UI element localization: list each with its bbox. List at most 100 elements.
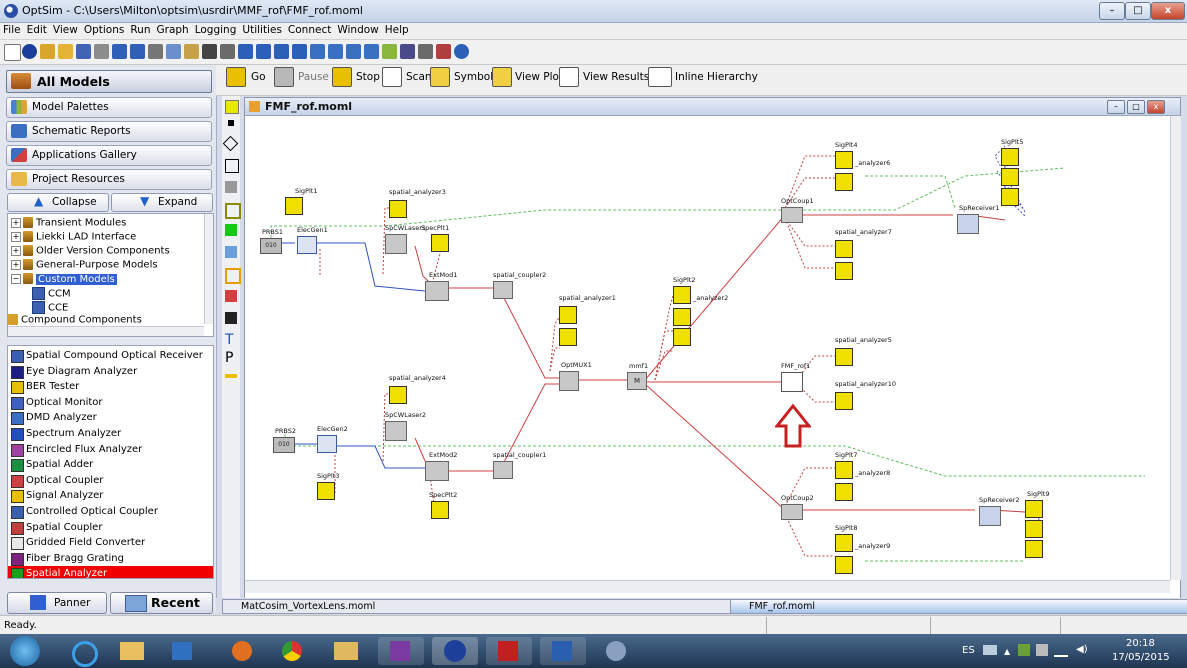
- tree-horizontal-scrollbar[interactable]: [8, 326, 204, 336]
- check-icon[interactable]: [382, 44, 397, 59]
- component-item[interactable]: Spatial Coupler: [8, 520, 213, 536]
- fmf-rof1-node[interactable]: FMF_rof1: [781, 362, 810, 392]
- sigplt9-node[interactable]: SigPlt9: [1025, 490, 1049, 558]
- layout-icon[interactable]: [310, 44, 325, 59]
- rk-icon[interactable]: [225, 290, 237, 302]
- print-icon[interactable]: [94, 44, 109, 59]
- expand-button[interactable]: ▼ Expand: [111, 193, 213, 212]
- redo-icon[interactable]: [130, 44, 145, 59]
- edit-icon[interactable]: [364, 44, 379, 59]
- component-item[interactable]: Optical Monitor: [8, 395, 213, 411]
- word-icon[interactable]: [540, 637, 586, 665]
- tree-item-ccm[interactable]: CCM: [32, 287, 71, 300]
- cut-icon[interactable]: [148, 44, 163, 59]
- tray-app-icon[interactable]: [1018, 644, 1030, 656]
- port-icon[interactable]: [225, 312, 237, 324]
- menu-graph[interactable]: Graph: [154, 23, 192, 36]
- canvas-vertical-scrollbar[interactable]: [1170, 116, 1181, 580]
- start-button[interactable]: [10, 636, 40, 666]
- component-item[interactable]: Spatial Compound Optical Receiver: [8, 348, 213, 364]
- menu-connect[interactable]: Connect: [285, 23, 334, 36]
- component-item[interactable]: Spatial Adder: [8, 457, 213, 473]
- keyboard-icon[interactable]: [983, 645, 997, 655]
- spatial-analyzer5-node[interactable]: spatial_analyzer5: [835, 336, 892, 366]
- spcwlaser2-node[interactable]: SpCWLaser2: [385, 411, 426, 441]
- tools-icon[interactable]: [418, 44, 433, 59]
- paint-icon[interactable]: [594, 637, 640, 665]
- component-item[interactable]: Fiber Bragg Grating: [8, 551, 213, 567]
- find-icon[interactable]: [202, 44, 217, 59]
- component-item[interactable]: DMD Analyzer: [8, 410, 213, 426]
- menu-utilities[interactable]: Utilities: [239, 23, 285, 36]
- internet-explorer-icon[interactable]: [60, 637, 106, 667]
- media-player-icon[interactable]: [160, 637, 206, 665]
- maximize-button[interactable]: □: [1125, 2, 1151, 20]
- minimize-button[interactable]: –: [1099, 2, 1125, 20]
- optsim-taskbar-icon[interactable]: [432, 637, 478, 665]
- tab-fmf-rof[interactable]: FMF_rof.moml: [730, 599, 1187, 614]
- new-file-icon[interactable]: [4, 44, 21, 61]
- extmod2-node[interactable]: ExtMod2: [425, 451, 457, 481]
- prbs1-node[interactable]: PRBS1 010: [260, 228, 283, 254]
- undo-icon[interactable]: [112, 44, 127, 59]
- tree-vertical-scrollbar[interactable]: [204, 214, 213, 324]
- menu-file[interactable]: File: [0, 23, 24, 36]
- recent-button[interactable]: Recent: [110, 592, 213, 614]
- clock-time[interactable]: 20:18: [1126, 638, 1155, 649]
- volume-icon[interactable]: ◀): [1076, 644, 1088, 655]
- mmf1-node[interactable]: mmf1 M: [627, 362, 648, 390]
- language-indicator[interactable]: ES: [962, 645, 975, 656]
- spreceiver2-node[interactable]: SpReceiver2: [979, 496, 1020, 526]
- pause-button[interactable]: Pause: [298, 71, 329, 83]
- menu-logging[interactable]: Logging: [192, 23, 240, 36]
- green-block-icon[interactable]: [225, 224, 237, 236]
- component-item[interactable]: Optical Coupler: [8, 473, 213, 489]
- folder-app-icon[interactable]: [324, 637, 370, 665]
- zoom-fit-icon[interactable]: [274, 44, 289, 59]
- chrome-icon[interactable]: [270, 637, 316, 665]
- component-item[interactable]: Signal Analyzer: [8, 488, 213, 504]
- close-button[interactable]: x: [1151, 2, 1185, 20]
- pause-icon[interactable]: [274, 67, 294, 87]
- go-button[interactable]: Go: [251, 71, 266, 83]
- menu-view[interactable]: View: [50, 23, 81, 36]
- symbols-icon[interactable]: [430, 67, 450, 87]
- applications-gallery-button[interactable]: Applications Gallery: [6, 145, 212, 166]
- sigplt3-node[interactable]: SigPlt3: [317, 472, 339, 500]
- collapse-button[interactable]: ▲ Collapse: [7, 193, 109, 212]
- spreceiver1-node[interactable]: SpReceiver1: [957, 204, 1000, 234]
- zoom-reset-icon[interactable]: [292, 44, 307, 59]
- info-icon[interactable]: [22, 44, 37, 59]
- parameter-icon[interactable]: P: [225, 351, 237, 365]
- spatial-analyzer3-node[interactable]: spatial_analyzer3: [389, 188, 446, 218]
- sigplt2-node[interactable]: SigPlt2 _analyzer2: [673, 276, 728, 346]
- optmux1-node[interactable]: OptMUX1: [559, 361, 592, 391]
- clock-date[interactable]: 17/05/2015: [1112, 652, 1170, 663]
- view-plot-icon[interactable]: [492, 67, 512, 87]
- panner-button[interactable]: Panner: [7, 592, 107, 614]
- sigplt1-node[interactable]: SigPlt1: [285, 187, 317, 215]
- project-resources-button[interactable]: Project Resources: [6, 169, 212, 190]
- model-palettes-button[interactable]: Model Palettes: [6, 97, 212, 118]
- folder-icon[interactable]: [58, 44, 73, 59]
- component-item[interactable]: Gridded Field Converter: [8, 535, 213, 551]
- inner-close-button[interactable]: x: [1147, 100, 1165, 114]
- acrobat-icon[interactable]: [486, 637, 532, 665]
- show-hidden-icons[interactable]: ▲: [1004, 647, 1010, 656]
- sigplt5-node[interactable]: SigPlt5: [1001, 138, 1023, 206]
- canvas-horizontal-scrollbar[interactable]: [245, 580, 1170, 593]
- optcoup1-node[interactable]: OptCoup1: [781, 197, 814, 223]
- component-item[interactable]: Spatial Analyzer: [8, 566, 213, 578]
- rectangle-icon[interactable]: [225, 203, 241, 219]
- prbs2-node[interactable]: PRBS2 010: [273, 427, 296, 453]
- extmod1-node[interactable]: ExtMod1: [425, 271, 457, 301]
- spatial-analyzer10-node[interactable]: spatial_analyzer10: [835, 380, 896, 410]
- scan-button[interactable]: Scan: [406, 71, 432, 83]
- scan-icon[interactable]: [382, 67, 402, 87]
- go-icon[interactable]: [226, 67, 246, 87]
- component-item[interactable]: Spectrum Analyzer: [8, 426, 213, 442]
- line-tool-icon[interactable]: [225, 374, 237, 378]
- menu-run[interactable]: Run: [127, 23, 153, 36]
- stop-icon[interactable]: [332, 67, 352, 87]
- menu-options[interactable]: Options: [81, 23, 128, 36]
